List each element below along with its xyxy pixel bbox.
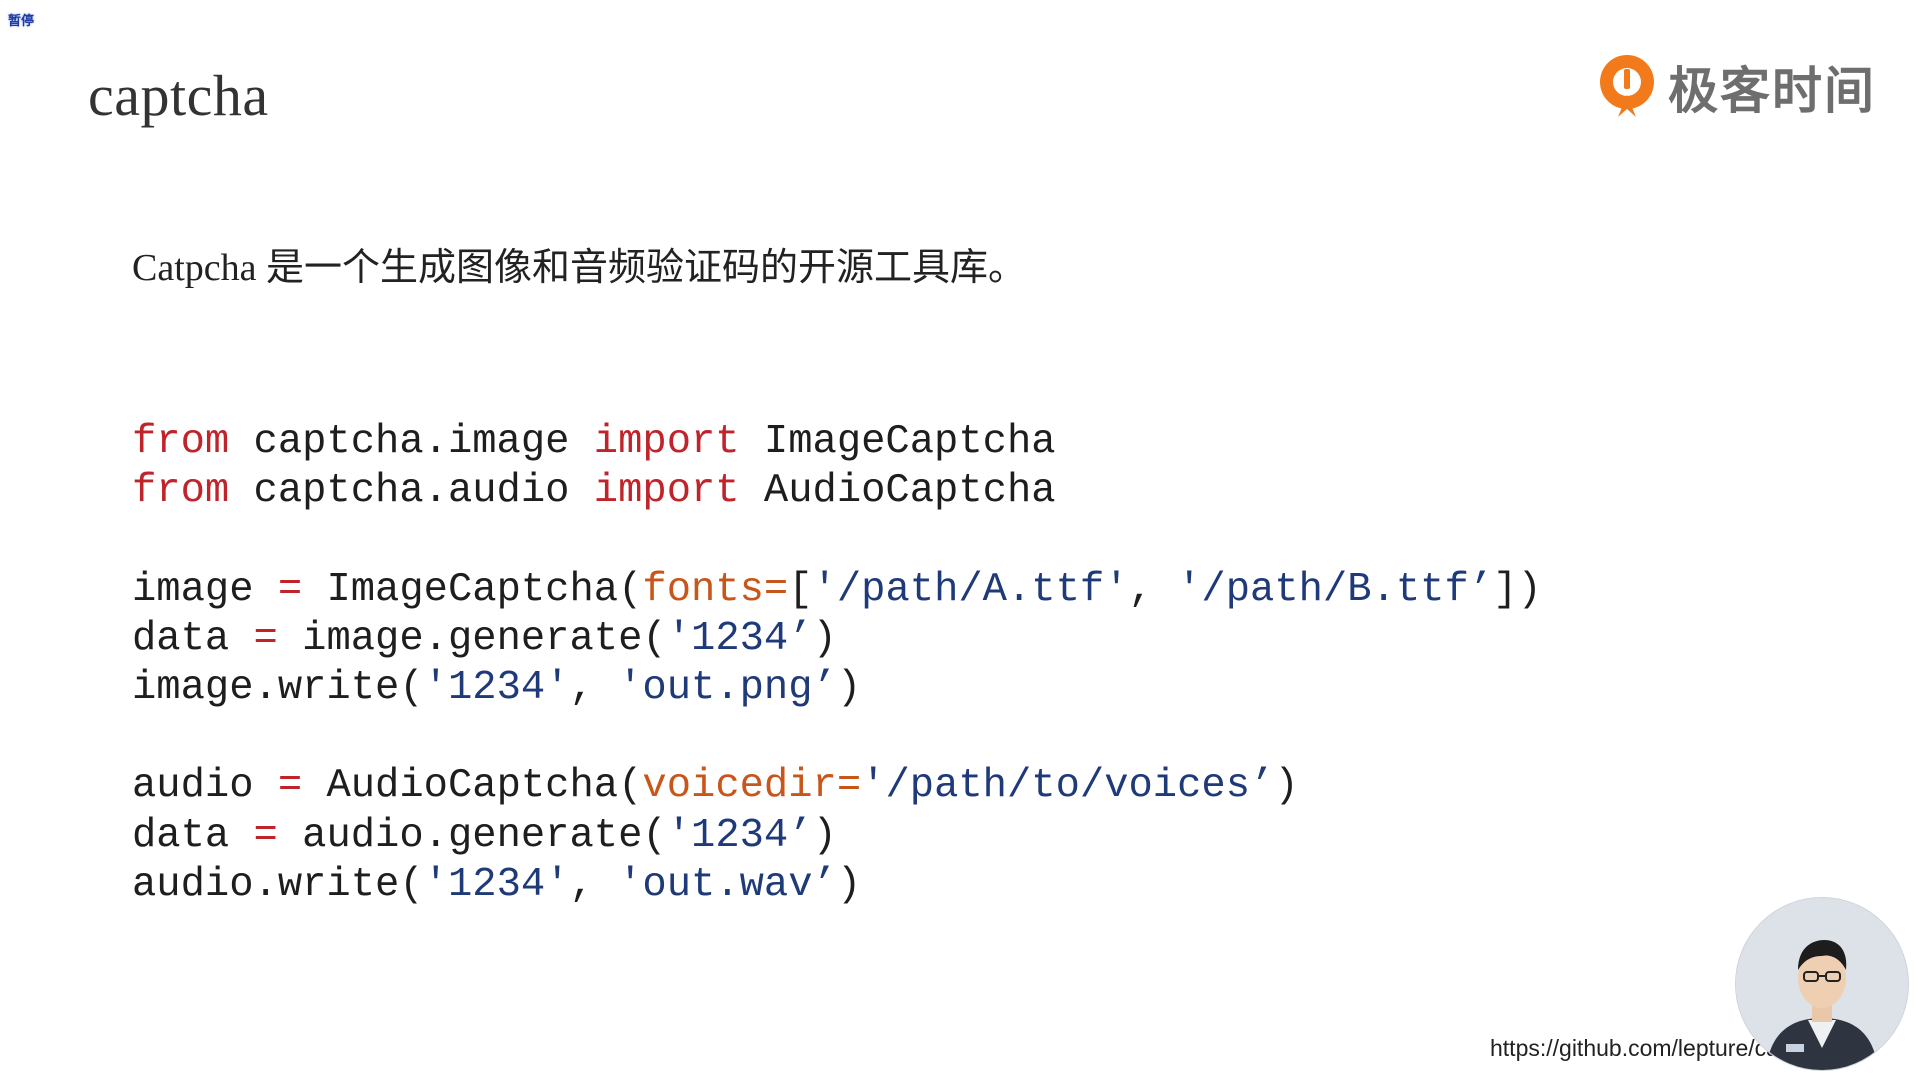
pause-badge[interactable]: 暂停 [8,10,34,29]
code-token: ) [1274,763,1299,810]
code-token: audio [132,763,278,810]
code-token: 'out.png’ [618,664,837,711]
code-token: = [277,566,303,613]
code-line: from captcha.audio import AudioCaptcha [132,467,1542,516]
code-token: fonts= [642,566,789,613]
code-token: ]) [1493,566,1542,613]
presenter-video [1736,898,1908,1070]
code-line: image = ImageCaptcha(fonts=['/path/A.ttf… [132,566,1542,615]
code-token: AudioCaptcha [739,468,1056,515]
code-line: data = image.generate('1234’) [132,615,1542,664]
code-token: data [132,615,254,662]
code-token: captcha.image [229,419,594,465]
code-token: '/path/A.ttf' [812,566,1129,613]
code-token: '1234' [423,664,570,711]
code-token: AudioCaptcha( [302,763,643,810]
code-line: from captcha.image import ImageCaptcha [132,418,1542,467]
code-token: = [253,812,278,859]
code-block: from captcha.image import ImageCaptcha fr… [132,418,1542,910]
code-token: from [132,468,230,515]
code-line: audio = AudioCaptcha(voicedir='/path/to/… [132,762,1542,811]
code-token: voicedir= [642,763,862,810]
brand-name: 极客时间 [1668,62,1876,120]
code-token: import [593,419,740,465]
code-line: audio.write('1234', 'out.wav’) [132,861,1542,910]
code-token: ImageCaptcha( [302,566,643,613]
code-token: from [132,419,230,465]
slide-title: captcha [88,63,269,128]
code-line: data = audio.generate('1234’) [132,812,1542,861]
geektime-logo-icon [1596,51,1658,123]
code-token: ) [836,664,862,711]
code-token: , [569,861,619,908]
code-token: '1234’ [666,615,813,662]
code-token: '/path/to/voices’ [861,763,1275,810]
code-token: '/path/B.ttf’ [1177,566,1494,613]
code-token: , [1128,566,1178,613]
code-token: audio.write( [132,861,424,908]
source-url[interactable]: https://github.com/lepture/ca [1490,1035,1779,1062]
code-token: 'out.wav’ [618,861,837,908]
code-token: ) [812,615,837,662]
code-token: = [277,763,303,810]
code-token: ) [836,861,862,908]
code-line: image.write('1234', 'out.png’) [132,664,1542,713]
slide-subtitle: Catpcha 是一个生成图像和音频验证码的开源工具库。 [132,247,1027,289]
code-token: ImageCaptcha [739,419,1056,465]
code-token: , [569,664,619,711]
code-token: image.generate( [277,615,667,662]
code-token: image [132,566,278,613]
code-token: import [593,468,740,515]
code-token: '1234’ [666,812,813,859]
code-token: ) [812,812,837,859]
code-token: audio.generate( [277,812,667,859]
code-token: = [253,615,278,662]
code-token: '1234' [423,861,570,908]
brand-logo: 极客时间 [1596,50,1876,124]
code-token: captcha.audio [229,468,594,515]
code-token: data [132,812,254,859]
code-token: image.write( [132,664,424,711]
code-token: [ [788,566,813,613]
